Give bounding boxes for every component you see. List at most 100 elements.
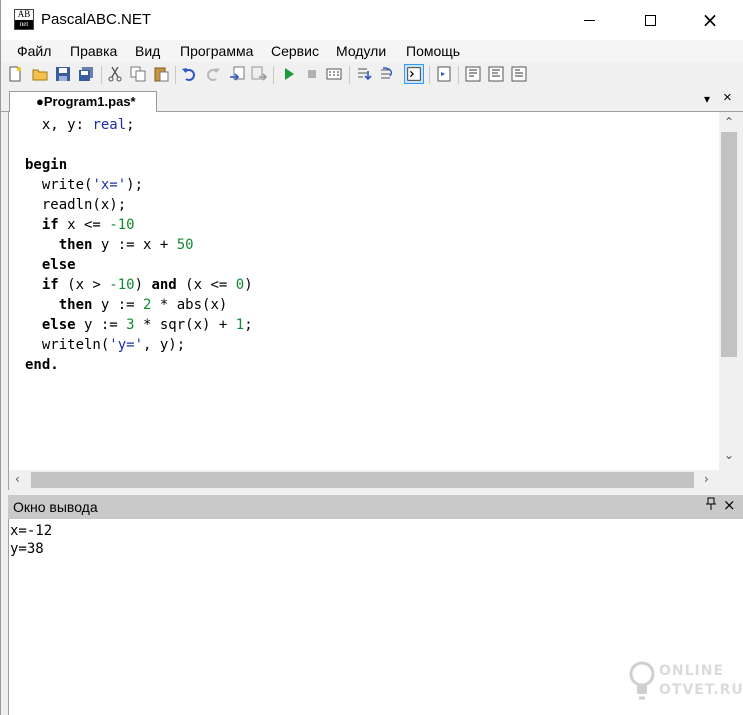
code-token-num: -10 xyxy=(109,217,135,233)
code-line: write('x='); xyxy=(25,175,253,195)
toolbar-separator xyxy=(429,66,430,84)
tab-label: ●Program1.pas* xyxy=(36,94,136,109)
close-window-button[interactable]: × xyxy=(687,0,733,40)
code-token: ) xyxy=(134,277,152,293)
code-token: x <= xyxy=(58,217,110,233)
horizontal-scroll-thumb[interactable] xyxy=(31,472,694,488)
new-file-icon[interactable] xyxy=(7,66,23,82)
output-window-icon[interactable] xyxy=(404,64,424,84)
scroll-left-icon[interactable]: ‹ xyxy=(15,472,20,486)
app-window: AB net PascalABC.NET × Файл Правка Вид П… xyxy=(0,0,743,715)
form-designer-icon[interactable] xyxy=(436,66,452,82)
menu-program[interactable]: Программа xyxy=(180,40,253,62)
output-panel-title: Окно вывода xyxy=(13,499,98,515)
code-line: if x <= -10 xyxy=(25,215,253,235)
debug-3-icon[interactable] xyxy=(511,66,527,82)
toolbar xyxy=(1,62,743,88)
horizontal-scrollbar[interactable]: ‹ › xyxy=(9,470,719,490)
app-icon-text: AB xyxy=(17,9,31,19)
save-all-icon[interactable] xyxy=(78,66,94,82)
step-over-icon[interactable] xyxy=(379,66,395,82)
code-text[interactable]: x, y: real; begin write('x='); readln(x)… xyxy=(25,115,253,375)
redo-icon[interactable] xyxy=(205,66,221,82)
scroll-right-icon[interactable]: › xyxy=(704,472,709,486)
window-title: PascalABC.NET xyxy=(41,11,152,28)
pin-icon[interactable] xyxy=(706,497,716,514)
code-token: y := xyxy=(92,297,144,313)
code-token-num: 0 xyxy=(235,277,245,293)
menu-service[interactable]: Сервис xyxy=(271,40,319,62)
replace-icon[interactable] xyxy=(251,66,267,82)
run-icon[interactable] xyxy=(281,66,297,82)
maximize-button[interactable] xyxy=(627,0,673,40)
code-token: ; xyxy=(126,117,135,133)
code-line: then y := 2 * abs(x) xyxy=(25,295,253,315)
toolbar-separator xyxy=(101,66,102,84)
cut-icon[interactable] xyxy=(107,66,123,82)
code-token-kw: then xyxy=(58,237,93,253)
code-token-kw: if xyxy=(41,217,59,233)
code-token: ); xyxy=(126,177,144,193)
scrollbar-corner xyxy=(719,470,739,490)
code-token-kw: else xyxy=(41,317,76,333)
code-token-typ: real xyxy=(92,117,127,133)
code-token: ) xyxy=(244,277,253,293)
close-output-icon[interactable]: × xyxy=(723,496,736,514)
menu-help[interactable]: Помощь xyxy=(406,40,460,62)
scroll-up-icon[interactable]: ⌃ xyxy=(724,115,734,129)
code-line: else y := 3 * sqr(x) + 1; xyxy=(25,315,253,335)
code-token: writeln( xyxy=(25,337,110,353)
code-line: else xyxy=(25,255,253,275)
minimize-icon xyxy=(583,19,595,21)
close-tab-icon[interactable]: × xyxy=(723,89,732,106)
code-token: , y); xyxy=(143,337,186,353)
code-token: y := x + xyxy=(92,237,177,253)
scroll-down-icon[interactable]: ⌄ xyxy=(724,448,734,462)
watermark-line-2: OTVET.RU xyxy=(659,682,743,698)
tab-list-dropdown-icon[interactable]: ▾ xyxy=(704,92,710,106)
minimize-button[interactable] xyxy=(566,0,612,40)
paste-icon[interactable] xyxy=(153,66,169,82)
menu-view[interactable]: Вид xyxy=(135,40,160,62)
output-panel-header: Окно вывода × xyxy=(8,495,743,519)
menu-modules[interactable]: Модули xyxy=(336,40,386,62)
code-token: * abs(x) xyxy=(151,297,228,313)
vertical-scrollbar[interactable]: ⌃ ⌄ xyxy=(719,112,739,470)
code-line: then y := x + 50 xyxy=(25,235,253,255)
compile-icon[interactable] xyxy=(326,66,342,82)
code-line: begin xyxy=(25,155,253,175)
copy-icon[interactable] xyxy=(130,66,146,82)
maximize-icon xyxy=(644,14,656,26)
code-token-kw: if xyxy=(41,277,59,293)
output-line: y=38 xyxy=(10,541,44,557)
undo-icon[interactable] xyxy=(181,66,197,82)
menu-file[interactable]: Файл xyxy=(17,40,51,62)
code-token: readln(x); xyxy=(25,197,127,213)
open-file-icon[interactable] xyxy=(32,66,48,82)
step-into-icon[interactable] xyxy=(356,66,372,82)
save-icon[interactable] xyxy=(55,66,71,82)
app-icon: AB net xyxy=(14,9,34,30)
tab-program1[interactable]: ●Program1.pas* xyxy=(9,91,157,113)
menu-edit[interactable]: Правка xyxy=(70,40,117,62)
stop-icon[interactable] xyxy=(304,66,320,82)
title-bar[interactable]: AB net PascalABC.NET × xyxy=(1,0,743,40)
code-token-str: 'y=' xyxy=(109,337,144,353)
code-editor[interactable]: x, y: real; begin write('x='); readln(x)… xyxy=(8,112,739,490)
output-line: x=-12 xyxy=(10,523,53,539)
app-icon-subtext: net xyxy=(15,20,33,29)
code-token-kw: else xyxy=(41,257,76,273)
vertical-scroll-thumb[interactable] xyxy=(721,132,737,357)
find-icon[interactable] xyxy=(229,66,245,82)
debug-2-icon[interactable] xyxy=(488,66,504,82)
menu-bar: Файл Правка Вид Программа Сервис Модули … xyxy=(1,40,743,62)
debug-1-icon[interactable] xyxy=(465,66,481,82)
code-line: x, y: real; xyxy=(25,115,253,135)
